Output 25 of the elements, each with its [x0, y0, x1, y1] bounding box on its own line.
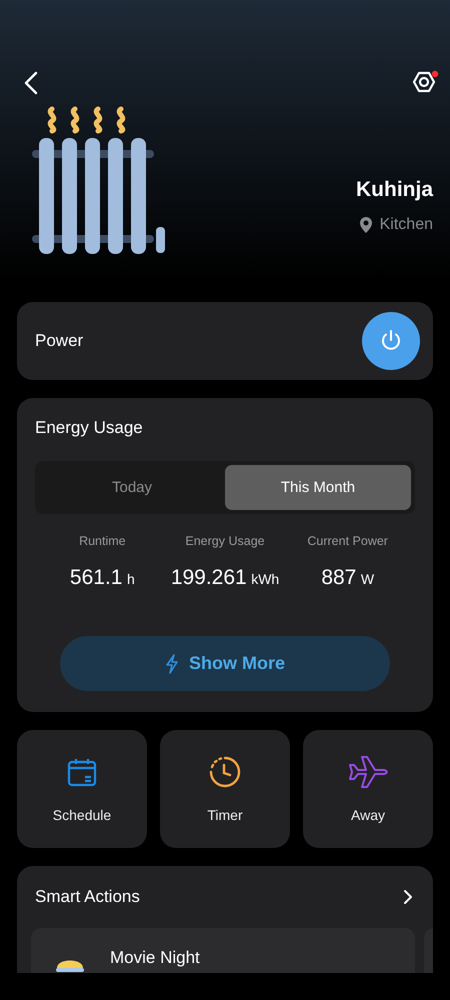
stat-value: 199.261 kWh — [170, 566, 280, 590]
location-pin-icon — [360, 217, 372, 233]
clock-icon — [208, 755, 242, 789]
energy-title: Energy Usage — [35, 418, 144, 438]
action-card[interactable]: Movie Night — [31, 928, 415, 973]
smart-actions-title: Smart Actions — [35, 887, 140, 907]
stat-label: Current Power — [307, 534, 388, 548]
period-tab[interactable]: Today — [39, 465, 225, 510]
airplane-icon — [348, 755, 388, 789]
shortcut-tile[interactable]: Timer — [160, 730, 290, 848]
stat-label: Runtime — [79, 534, 126, 548]
stat-value: 887 W — [321, 566, 374, 590]
action-name: Movie Night — [110, 948, 200, 968]
chevron-right-icon[interactable] — [403, 889, 413, 905]
shortcut-tile[interactable]: Schedule — [17, 730, 147, 848]
lightning-icon — [164, 654, 179, 674]
stat-value: 561.1 h — [70, 566, 135, 590]
period-tab[interactable]: This Month — [225, 465, 411, 510]
back-icon[interactable] — [24, 71, 38, 95]
stat-label: Energy Usage — [185, 534, 265, 548]
show-more-button[interactable]: Show More — [60, 636, 390, 691]
location-label: Kitchen — [380, 216, 433, 234]
shortcut-tile[interactable]: Away — [303, 730, 433, 848]
power-label: Power — [35, 331, 84, 351]
device-name: Kuhinja — [356, 178, 433, 202]
